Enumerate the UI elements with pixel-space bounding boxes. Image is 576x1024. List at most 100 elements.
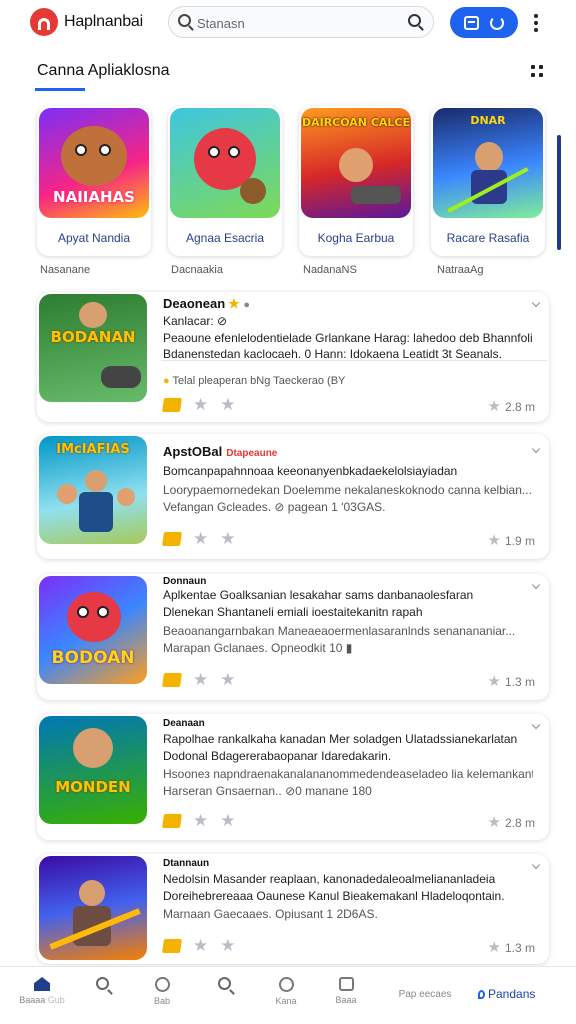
chevron-down-icon[interactable]: [531, 298, 541, 308]
item-line: Beaoanangarnbakan Maneaeaoermenlasaranln…: [163, 624, 516, 638]
account-pill[interactable]: [450, 7, 518, 38]
list-item[interactable]: MONDEN Deanaan Rapolhae rankalkaha kanad…: [37, 714, 549, 840]
game-thumbnail: DAIRCOAN CALCE: [301, 108, 411, 218]
star-icon[interactable]: ★: [193, 812, 208, 829]
library-icon[interactable]: [463, 15, 479, 30]
item-line: Bdanenstedan kaclocaeh. 0 Hann: Idokaena…: [163, 347, 502, 361]
star-icon[interactable]: ★: [220, 812, 235, 829]
item-line: Vefangan Gcleades. ⊘ pagean 1 '03GAS.: [163, 500, 386, 514]
folder-icon[interactable]: [162, 397, 182, 412]
item-line: Harseran Gnsaernan.. ⊘0 manane 180: [163, 784, 372, 798]
chevron-down-icon[interactable]: [531, 444, 541, 454]
featured-title[interactable]: Agnaa Esacria: [168, 231, 282, 245]
item-line: Peaoune efenlelodentielade Grlankane Har…: [163, 331, 533, 345]
nav-updates[interactable]: Pap eecaes: [390, 985, 460, 1000]
search-input[interactable]: [197, 13, 377, 33]
list-item[interactable]: BODANAN Deaonean ★ ● Kanlacar: ⊘ Peaoune …: [37, 292, 549, 422]
star-icon[interactable]: ★: [193, 396, 208, 413]
star-icon[interactable]: ★: [193, 937, 208, 954]
item-rating: ★ 2.8 m: [487, 398, 535, 415]
nav-label: Bab: [153, 996, 170, 1006]
featured-subtitle: NatraaAg: [437, 264, 484, 276]
folder-icon[interactable]: [162, 938, 182, 953]
nav-activity[interactable]: Bab: [132, 977, 192, 1006]
item-line: Nedolsin Masander reaplaan, kanonadedale…: [163, 872, 496, 886]
chevron-down-icon[interactable]: [531, 720, 541, 730]
star-icon[interactable]: ★: [220, 937, 235, 954]
thumbnail-label: DNAR: [470, 114, 506, 127]
section-underline: [35, 88, 85, 91]
activity-icon: [154, 977, 170, 992]
search-bar[interactable]: [168, 6, 434, 38]
featured-title[interactable]: Apyat Nandia: [37, 231, 151, 245]
item-line: Bomcanpapahnnoaa keeonanyenbkadaekelolsi…: [163, 464, 458, 478]
star-icon[interactable]: ★: [220, 671, 235, 688]
more-menu-icon[interactable]: [533, 14, 539, 32]
nav-explore[interactable]: [194, 977, 254, 994]
nav-label: Baaaa: [19, 995, 46, 1005]
nav-label: Pap eecaes: [398, 989, 452, 1000]
star-icon[interactable]: ★: [193, 530, 208, 547]
item-actions: ★ ★: [162, 937, 236, 954]
game-thumbnail: MONDEN: [39, 716, 147, 824]
rating-star-icon: ★: [487, 532, 501, 549]
apps-icon: [278, 977, 294, 992]
search-icon: [95, 977, 109, 990]
item-actions: ★ ★: [162, 671, 236, 688]
featured-card[interactable]: DAIRCOAN CALCE Kogha Earbua: [299, 106, 413, 256]
nav-active-tab[interactable]: Pandans: [478, 987, 535, 1001]
library-icon: [338, 977, 354, 991]
item-line: Kanlacar: ⊘: [163, 314, 228, 328]
featured-subtitle: NadanaNS: [303, 264, 357, 276]
folder-icon[interactable]: [162, 531, 182, 546]
nav-apps[interactable]: Kana: [256, 977, 316, 1006]
star-icon[interactable]: ★: [220, 396, 235, 413]
list-item[interactable]: Dtannaun Nedolsin Masander reaplaan, kan…: [37, 854, 549, 964]
thumbnail-label: IMcIAFIAS: [56, 442, 130, 457]
featured-title[interactable]: Kogha Earbua: [299, 231, 413, 245]
chevron-down-icon[interactable]: [531, 580, 541, 590]
featured-title[interactable]: Racare Rasafia: [431, 231, 545, 245]
carousel-scroll-indicator[interactable]: [557, 135, 561, 250]
item-badge: Dtapeaune: [226, 448, 278, 459]
nav-home[interactable]: Baaaa Gub: [12, 977, 72, 1005]
folder-icon[interactable]: [162, 813, 182, 828]
item-line: Hsooneз napndraenakanalananommedendeasel…: [163, 767, 533, 781]
star-icon[interactable]: ★: [220, 530, 235, 547]
search-submit-icon[interactable]: [408, 14, 421, 27]
featured-card[interactable]: NAIIAHAS Apyat Nandia: [37, 106, 151, 256]
featured-star-icon: ★: [228, 296, 240, 311]
thumbnail-label: BODANAN: [50, 328, 136, 346]
item-actions: ★ ★: [162, 812, 236, 829]
thumbnail-label: MONDEN: [55, 778, 131, 796]
nav-search[interactable]: [72, 977, 132, 994]
explore-search-icon: [217, 977, 231, 990]
featured-card[interactable]: Agnaa Esacria: [168, 106, 282, 256]
bottom-navigation: Baaaa Gub Bab Kana Baaa Pap eecaes Panda…: [0, 966, 576, 1024]
nav-label: Kana: [275, 996, 297, 1006]
folder-icon[interactable]: [162, 672, 182, 687]
featured-subtitle: Nasanane: [40, 264, 91, 276]
item-rating: ★ 2.8 m: [487, 814, 535, 831]
game-thumbnail: DNAR: [433, 108, 543, 218]
item-title: Dtannaun: [163, 858, 210, 869]
app-name: Haplnanbai: [64, 13, 143, 30]
rating-star-icon: ★: [487, 673, 501, 690]
rating-star-icon: ★: [487, 398, 501, 415]
nav-library[interactable]: Baaa: [316, 977, 376, 1005]
featured-card[interactable]: DNAR Racare Rasafia: [431, 106, 545, 256]
list-item[interactable]: BODOAN Donnaun Aplkentae Goalksanian les…: [37, 574, 549, 700]
chevron-down-icon[interactable]: [531, 860, 541, 870]
game-thumbnail: BODANAN: [39, 294, 147, 402]
item-line: Dlenekan Shantaneli emiali ioestaitekani…: [163, 605, 423, 619]
list-item[interactable]: IMcIAFIAS ApstOBal Dtapeaune Bomcanpapahn…: [37, 434, 549, 559]
item-title: Deaonean ★ ●: [163, 296, 251, 311]
star-icon[interactable]: ★: [193, 671, 208, 688]
refresh-icon[interactable]: [490, 15, 505, 30]
app-logo[interactable]: [30, 8, 58, 36]
item-line: Marnaan Gaecaaes. Opiusant 1 2D6AS.: [163, 907, 378, 921]
item-line: Dodonal Bdagererabaopanar Idaredakarin.: [163, 749, 392, 763]
item-title: Donnaun: [163, 576, 207, 587]
thumbnail-label: BODOAN: [51, 648, 135, 668]
grid-view-icon[interactable]: [531, 65, 543, 77]
